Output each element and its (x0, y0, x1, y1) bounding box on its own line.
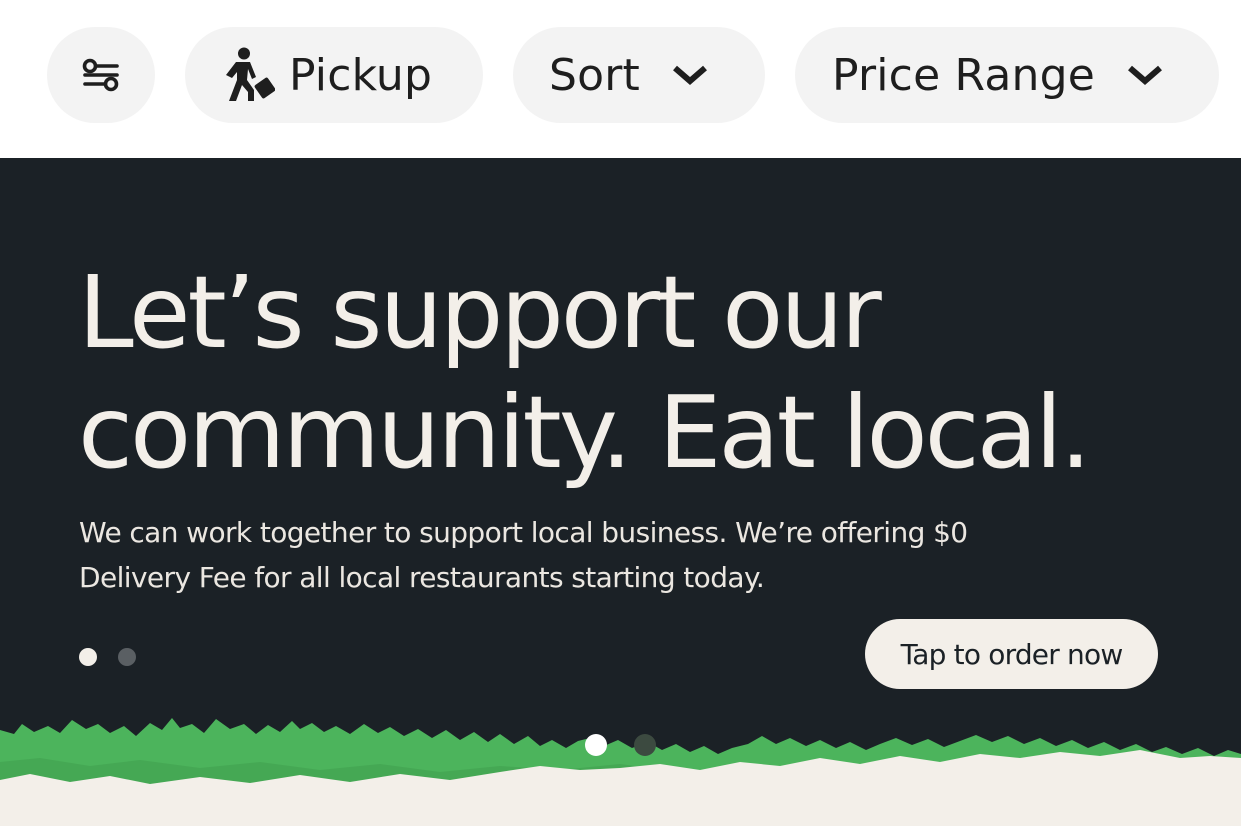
chevron-down-icon (1127, 64, 1163, 86)
filter-bar: Pickup Sort Price Range (0, 0, 1241, 158)
grass-illustration (0, 718, 1241, 826)
outer-carousel-dot-active[interactable] (585, 734, 607, 756)
pickup-filter-button[interactable]: Pickup (185, 27, 483, 123)
pickup-label: Pickup (289, 49, 433, 101)
price-range-dropdown[interactable]: Price Range (795, 27, 1219, 123)
outer-carousel-dot[interactable] (634, 734, 656, 756)
filter-options-button[interactable] (47, 27, 155, 123)
sort-dropdown[interactable]: Sort (513, 27, 765, 123)
sliders-icon (81, 58, 121, 92)
promo-banner[interactable]: Let’s support our community. Eat local. … (0, 158, 1241, 826)
price-range-label: Price Range (832, 49, 1095, 101)
sort-label: Sort (549, 49, 640, 101)
page: Pickup Sort Price Range Let’s support ou… (0, 0, 1241, 826)
chevron-down-icon (672, 64, 708, 86)
walking-person-icon (223, 47, 275, 103)
